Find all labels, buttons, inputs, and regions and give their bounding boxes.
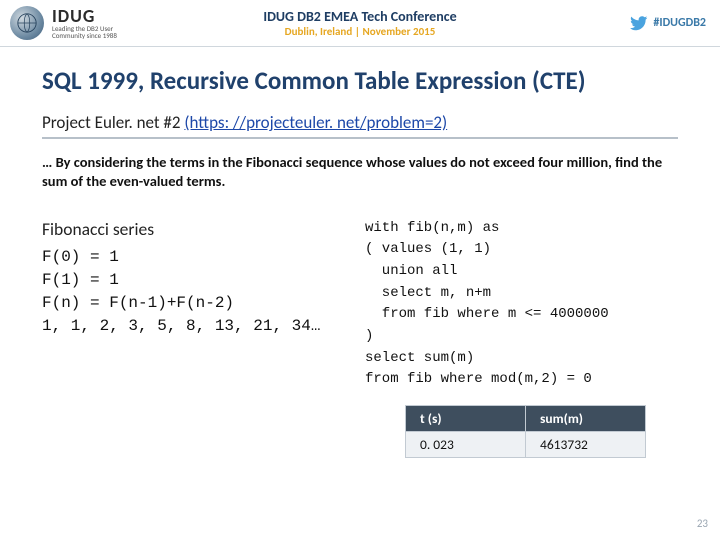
- twitter-icon: [630, 14, 648, 32]
- header-center: IDUG DB2 EMEA Tech Conference Dublin, Ir…: [263, 8, 456, 38]
- slide-content: SQL 1999, Recursive Common Table Express…: [0, 53, 720, 458]
- fibonacci-definition: F(0) = 1 F(1) = 1 F(n) = F(n-1)+F(n-2) 1…: [42, 246, 347, 339]
- fibonacci-column: Fibonacci series F(0) = 1 F(1) = 1 F(n) …: [42, 218, 347, 392]
- result-table: t (s) sum(m) 0. 023 4613732: [405, 405, 646, 458]
- problem-statement: … By considering the terms in the Fibona…: [42, 153, 678, 192]
- header-title: IDUG DB2 EMEA Tech Conference: [263, 8, 456, 25]
- fibonacci-title: Fibonacci series: [42, 218, 347, 240]
- euler-link[interactable]: (https: //projecteuler. net/problem=2): [184, 112, 447, 133]
- logo-sub2: Community since 1988: [52, 32, 117, 39]
- hashtag: #IDUGDB2: [653, 16, 706, 30]
- logo-block: IDUG Leading the DB2 User Community sinc…: [10, 6, 117, 40]
- table-row: 0. 023 4613732: [406, 432, 646, 458]
- cell-time: 0. 023: [406, 432, 526, 458]
- header-right: #IDUGDB2: [630, 14, 706, 32]
- header-divider: [0, 46, 720, 47]
- page-number: 23: [697, 517, 708, 530]
- slide-header: IDUG Leading the DB2 User Community sinc…: [0, 0, 720, 46]
- result-wrap: t (s) sum(m) 0. 023 4613732: [42, 405, 678, 458]
- col-header-sum: sum(m): [526, 406, 646, 432]
- subtitle-row: Project Euler. net #2 (https: //projecte…: [42, 112, 678, 133]
- subtitle-prefix: Project Euler. net #2: [42, 112, 184, 133]
- cell-sum: 4613732: [526, 432, 646, 458]
- table-row: t (s) sum(m): [406, 406, 646, 432]
- col-header-time: t (s): [406, 406, 526, 432]
- page-title: SQL 1999, Recursive Common Table Express…: [42, 65, 678, 96]
- header-subtitle: Dublin, Ireland | November 2015: [263, 25, 456, 38]
- content-divider: [42, 137, 678, 139]
- logo-text: IDUG: [52, 7, 117, 25]
- sql-column: with fib(n,m) as ( values (1, 1) union a…: [365, 218, 678, 392]
- globe-icon: [10, 6, 44, 40]
- sql-code: with fib(n,m) as ( values (1, 1) union a…: [365, 218, 678, 392]
- columns: Fibonacci series F(0) = 1 F(1) = 1 F(n) …: [42, 218, 678, 392]
